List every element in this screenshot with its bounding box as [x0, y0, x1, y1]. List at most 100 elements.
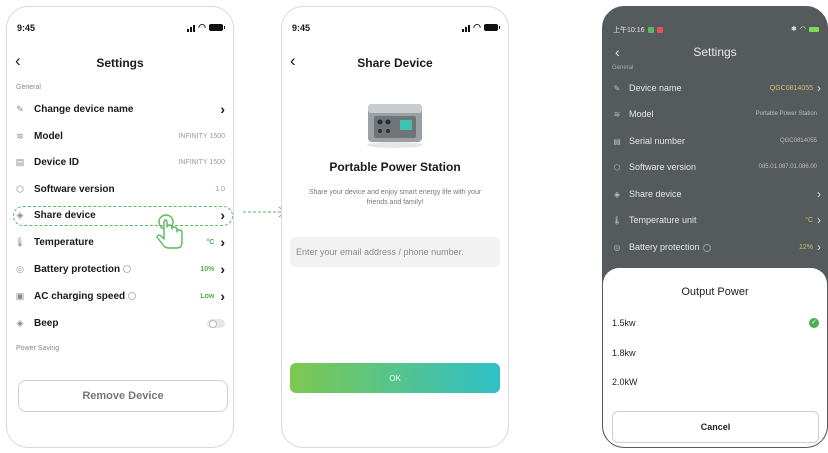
status-time: 上午10:16	[613, 27, 645, 34]
option-1-8kw[interactable]: 1.8kw	[612, 344, 819, 362]
status-bar: 9:45 ◠	[17, 22, 225, 37]
row-label: Battery protection	[629, 242, 799, 252]
row-software-version: ⬡ Software version 1.0	[14, 178, 225, 200]
wifi-icon: ◠	[473, 22, 481, 32]
row-value: 1.0	[215, 185, 225, 193]
remove-device-button[interactable]: Remove Device	[18, 380, 228, 412]
option-label: 1.8kw	[612, 348, 636, 358]
option-1-5kw[interactable]: 1.5kw ✓	[612, 314, 819, 332]
row-label: Software version	[34, 183, 115, 195]
charger-icon: ▣	[15, 290, 25, 301]
row-share-device[interactable]: ◈ Share device ›	[612, 184, 821, 204]
notification-icon	[647, 27, 654, 33]
row-software-version: ⬡ Software version 085.01.087.01.086.00	[612, 157, 821, 177]
status-bar: 上午10:16 ✱ ◠	[613, 25, 819, 37]
row-value: INFINITY 1500	[178, 132, 225, 140]
row-value: 10%	[200, 265, 215, 273]
settings-phone-screen: 9:45 ◠ ‹ Settings General ✎ Change devic…	[6, 6, 234, 448]
row-value: Portable Power Station	[755, 111, 817, 117]
thermometer-icon: 🌡	[14, 236, 26, 247]
row-battery-protection[interactable]: ◎ Battery protection 12% ›	[612, 237, 822, 257]
row-ac-charging-speed[interactable]: ▣ AC charging speed Low ›	[14, 285, 225, 307]
id-card-icon: ▤	[613, 136, 621, 146]
row-label: Model	[34, 130, 63, 142]
page-title: Settings	[693, 45, 737, 59]
option-label: 1.5kw	[612, 318, 636, 328]
page-title: Share Device	[357, 56, 433, 70]
row-value: INFINITY 1500	[178, 158, 225, 166]
cancel-button[interactable]: Cancel	[612, 411, 819, 443]
stack-icon: ≋	[613, 109, 621, 119]
row-label: Share device	[629, 189, 682, 199]
stack-icon: ≋	[16, 130, 24, 141]
wifi-icon: ◠	[799, 26, 806, 33]
chevron-right-icon: ›	[817, 240, 821, 254]
row-model: ≋ Model INFINITY 1500	[14, 125, 225, 147]
signal-icon	[187, 24, 196, 32]
row-value: 12%	[798, 243, 813, 251]
cube-icon: ⬡	[613, 162, 621, 172]
section-general: General	[612, 65, 634, 71]
battery-icon	[809, 26, 819, 32]
ok-button[interactable]: OK	[290, 363, 500, 393]
info-icon[interactable]	[702, 243, 711, 252]
chevron-right-icon: ›	[817, 213, 821, 227]
share-icon: ◈	[16, 209, 24, 220]
status-bar: 9:45 ◠	[292, 22, 500, 37]
product-title: Portable Power Station	[329, 160, 461, 174]
power-station-image	[367, 104, 423, 148]
row-value: °C	[206, 238, 215, 246]
row-label: Battery protection	[34, 264, 200, 275]
battery-icon	[484, 24, 500, 31]
row-beep[interactable]: ◈ Beep	[14, 312, 225, 334]
shield-icon: ◎	[16, 263, 24, 274]
wifi-icon: ◠	[198, 22, 206, 32]
status-right: ✱ ◠	[791, 25, 819, 33]
option-2-0kw[interactable]: 2.0kW	[612, 373, 819, 391]
chevron-right-icon: ›	[220, 234, 225, 250]
nav-bar: ‹ Settings	[7, 51, 233, 73]
share-icon: ◈	[613, 189, 621, 199]
row-model: ≋ Model Portable Power Station	[612, 104, 821, 124]
row-label: Change device name	[34, 103, 134, 115]
chevron-right-icon: ›	[220, 261, 225, 277]
email-phone-input[interactable]	[290, 237, 500, 267]
row-label: Temperature unit	[629, 215, 697, 225]
thermometer-icon: 🌡	[612, 215, 623, 225]
row-value: Low	[200, 292, 215, 300]
row-share-device[interactable]: ◈ Share device ›	[14, 204, 225, 226]
row-battery-protection[interactable]: ◎ Battery protection 10% ›	[14, 258, 225, 280]
row-value: °C	[805, 216, 813, 224]
option-label: 2.0kW	[612, 377, 638, 387]
info-icon[interactable]	[128, 291, 137, 300]
pencil-icon: ✎	[613, 83, 621, 93]
row-label: Device ID	[34, 156, 80, 168]
status-time: 9:45	[292, 23, 311, 33]
info-icon[interactable]	[123, 264, 132, 273]
chevron-right-icon: ›	[817, 81, 821, 95]
nav-bar: ‹ Share Device	[282, 51, 508, 73]
status-icons: ◠	[187, 22, 225, 32]
row-label: Model	[629, 109, 654, 119]
row-temperature[interactable]: 🌡 Temperature °C ›	[14, 231, 225, 253]
pencil-icon: ✎	[16, 103, 24, 114]
status-left: 上午10:16	[613, 25, 663, 35]
bluetooth-icon: ✱	[791, 26, 797, 33]
share-description: Share your device and enjoy smart energy…	[308, 189, 482, 206]
row-label: Software version	[629, 162, 697, 172]
shield-icon: ◎	[613, 242, 621, 252]
chevron-right-icon: ›	[220, 288, 225, 304]
status-icons: ◠	[462, 22, 500, 32]
beep-icon: ◈	[16, 317, 24, 328]
output-power-sheet: Output Power 1.5kw ✓ 1.8kw 2.0kW Cancel	[603, 268, 827, 447]
notification-icon	[656, 27, 663, 33]
row-device-name[interactable]: ✎ Device name QGC0814055 ›	[612, 78, 821, 98]
chevron-right-icon: ›	[220, 207, 225, 223]
beep-toggle[interactable]	[207, 318, 225, 328]
checkmark-icon: ✓	[809, 318, 819, 328]
row-temperature-unit[interactable]: 🌡 Temperature unit °C ›	[612, 210, 821, 230]
row-label: Serial number	[629, 136, 686, 146]
id-card-icon: ▤	[15, 156, 25, 167]
row-change-device-name[interactable]: ✎ Change device name ›	[14, 98, 225, 120]
row-label: Device name	[629, 83, 682, 93]
